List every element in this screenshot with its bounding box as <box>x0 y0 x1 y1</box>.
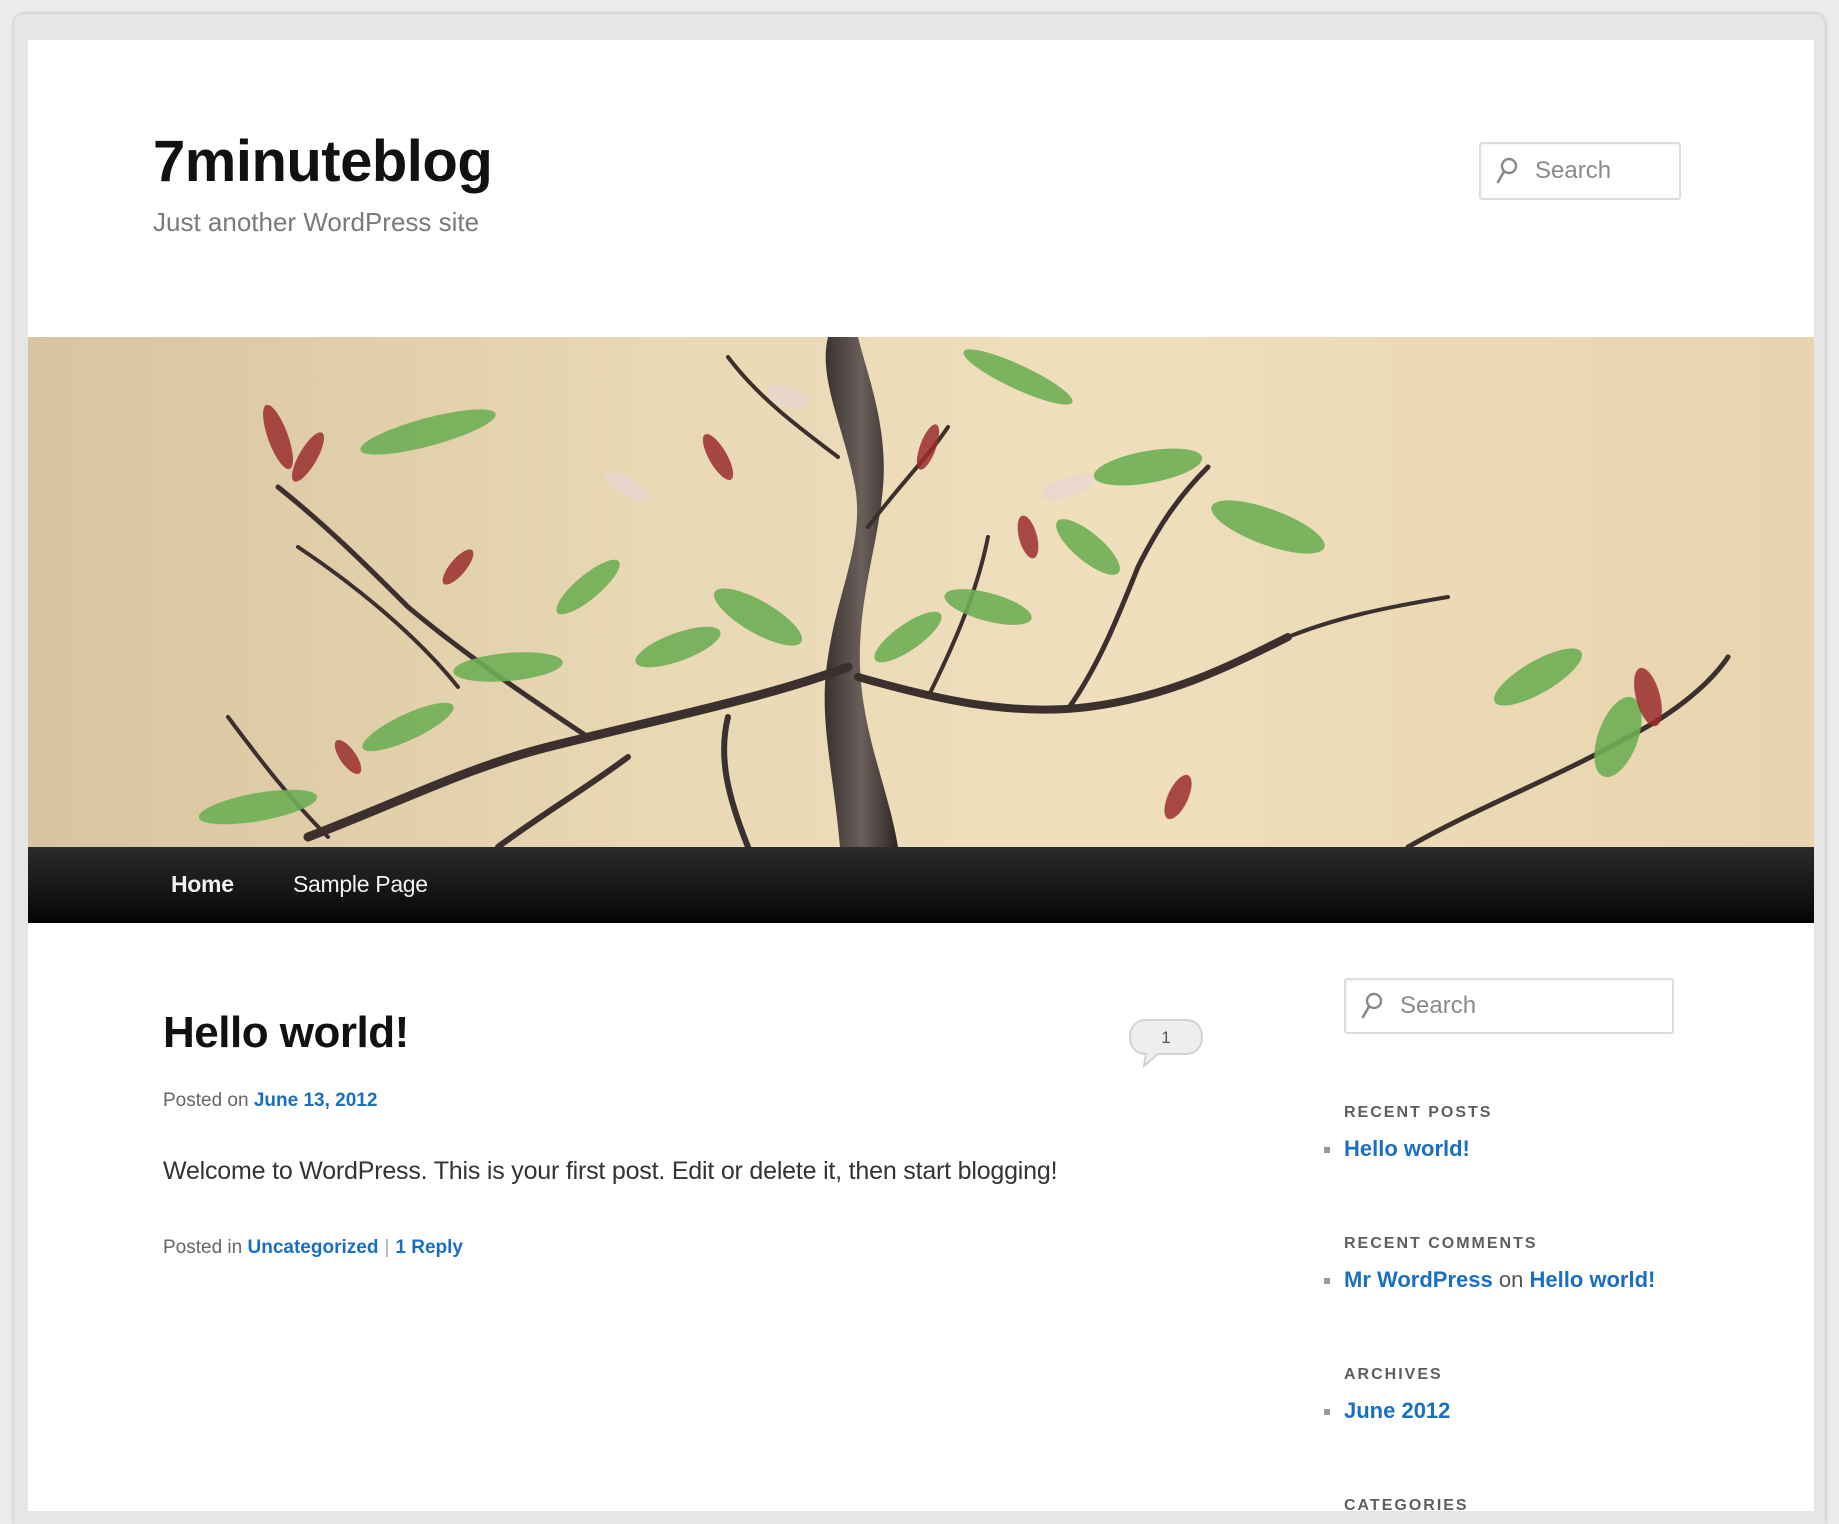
archive-link[interactable]: June 2012 <box>1344 1398 1450 1423</box>
search-icon <box>1496 157 1518 184</box>
entry-content: Welcome to WordPress. This is your first… <box>163 1157 1058 1185</box>
recent-comments-list: Mr WordPress on Hello world! <box>1324 1267 1655 1293</box>
list-item: Mr WordPress on Hello world! <box>1324 1267 1655 1293</box>
sidebar-search-input[interactable] <box>1400 992 1672 1020</box>
comment-post-link[interactable]: Hello world! <box>1529 1267 1655 1292</box>
nav-home[interactable]: Home <box>171 871 234 898</box>
list-item: Hello world! <box>1324 1136 1470 1162</box>
posted-in-label: Posted in <box>163 1237 243 1258</box>
header-search[interactable] <box>1479 142 1681 200</box>
site-description: Just another WordPress site <box>153 207 480 237</box>
site-title[interactable]: 7minuteblog <box>153 128 493 195</box>
entry-meta: Posted on June 13, 2012 <box>163 1090 377 1112</box>
recent-posts-list: Hello world! <box>1324 1136 1470 1162</box>
main-navigation: Home Sample Page <box>28 847 1814 923</box>
reply-link[interactable]: 1 Reply <box>395 1237 463 1258</box>
post-date-link[interactable]: June 13, 2012 <box>254 1090 378 1111</box>
recent-post-link[interactable]: Hello world! <box>1344 1136 1470 1161</box>
categories-title: CATEGORIES <box>1344 1497 1469 1511</box>
archives-list: June 2012 <box>1324 1398 1450 1424</box>
entry-footer: Posted in Uncategorized | 1 Reply <box>163 1237 463 1259</box>
footer-separator: | <box>384 1237 390 1258</box>
comment-count: 1 <box>1161 1028 1171 1047</box>
recent-comments-title: RECENT COMMENTS <box>1344 1235 1538 1252</box>
header-search-input[interactable] <box>1535 157 1679 185</box>
bonsai-illustration <box>198 337 1731 847</box>
list-item: June 2012 <box>1324 1398 1450 1424</box>
header-image-bonsai <box>28 337 1814 847</box>
recent-posts-title: RECENT POSTS <box>1344 1104 1493 1121</box>
comment-author-link[interactable]: Mr WordPress <box>1344 1267 1493 1292</box>
post-title[interactable]: Hello world! <box>163 1008 409 1058</box>
comment-joiner: on <box>1498 1267 1524 1292</box>
nav-sample-page[interactable]: Sample Page <box>293 871 428 898</box>
comment-count-bubble[interactable]: 1 <box>1128 1018 1204 1070</box>
search-icon <box>1361 992 1383 1019</box>
archives-title: ARCHIVES <box>1344 1366 1443 1383</box>
category-link[interactable]: Uncategorized <box>248 1237 379 1258</box>
page: 7minuteblog Just another WordPress site <box>28 40 1814 1511</box>
posted-on-label: Posted on <box>163 1090 249 1111</box>
sidebar-search[interactable] <box>1344 978 1674 1034</box>
